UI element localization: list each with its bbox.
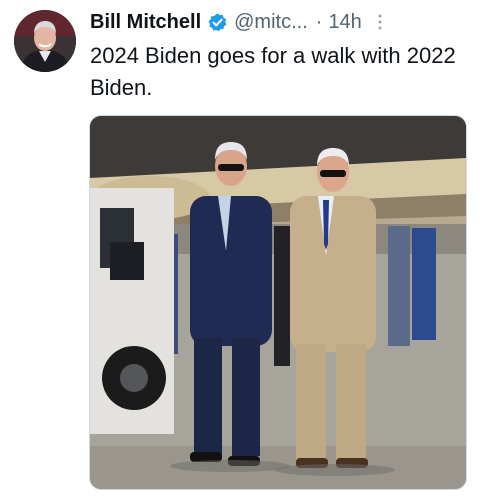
display-name[interactable]: Bill Mitchell [90, 11, 201, 34]
verified-badge-icon [207, 12, 228, 33]
tweet-timestamp[interactable]: 14h [328, 11, 361, 34]
author-handle[interactable]: @mitc... [234, 11, 308, 34]
avatar-image [14, 10, 76, 72]
tweet-text: 2024 Biden goes for a walk with 2022 Bid… [90, 43, 456, 100]
tweet-header: Bill Mitchell @mitc... · 14h [90, 7, 470, 37]
photo-image [90, 116, 466, 489]
tweet-photo[interactable] [89, 115, 467, 490]
more-vertical-icon[interactable] [376, 13, 384, 31]
tweet-card: Bill Mitchell @mitc... · 14h 2024 Biden … [0, 0, 479, 500]
avatar[interactable] [14, 10, 76, 72]
separator-dot: · [315, 10, 323, 33]
